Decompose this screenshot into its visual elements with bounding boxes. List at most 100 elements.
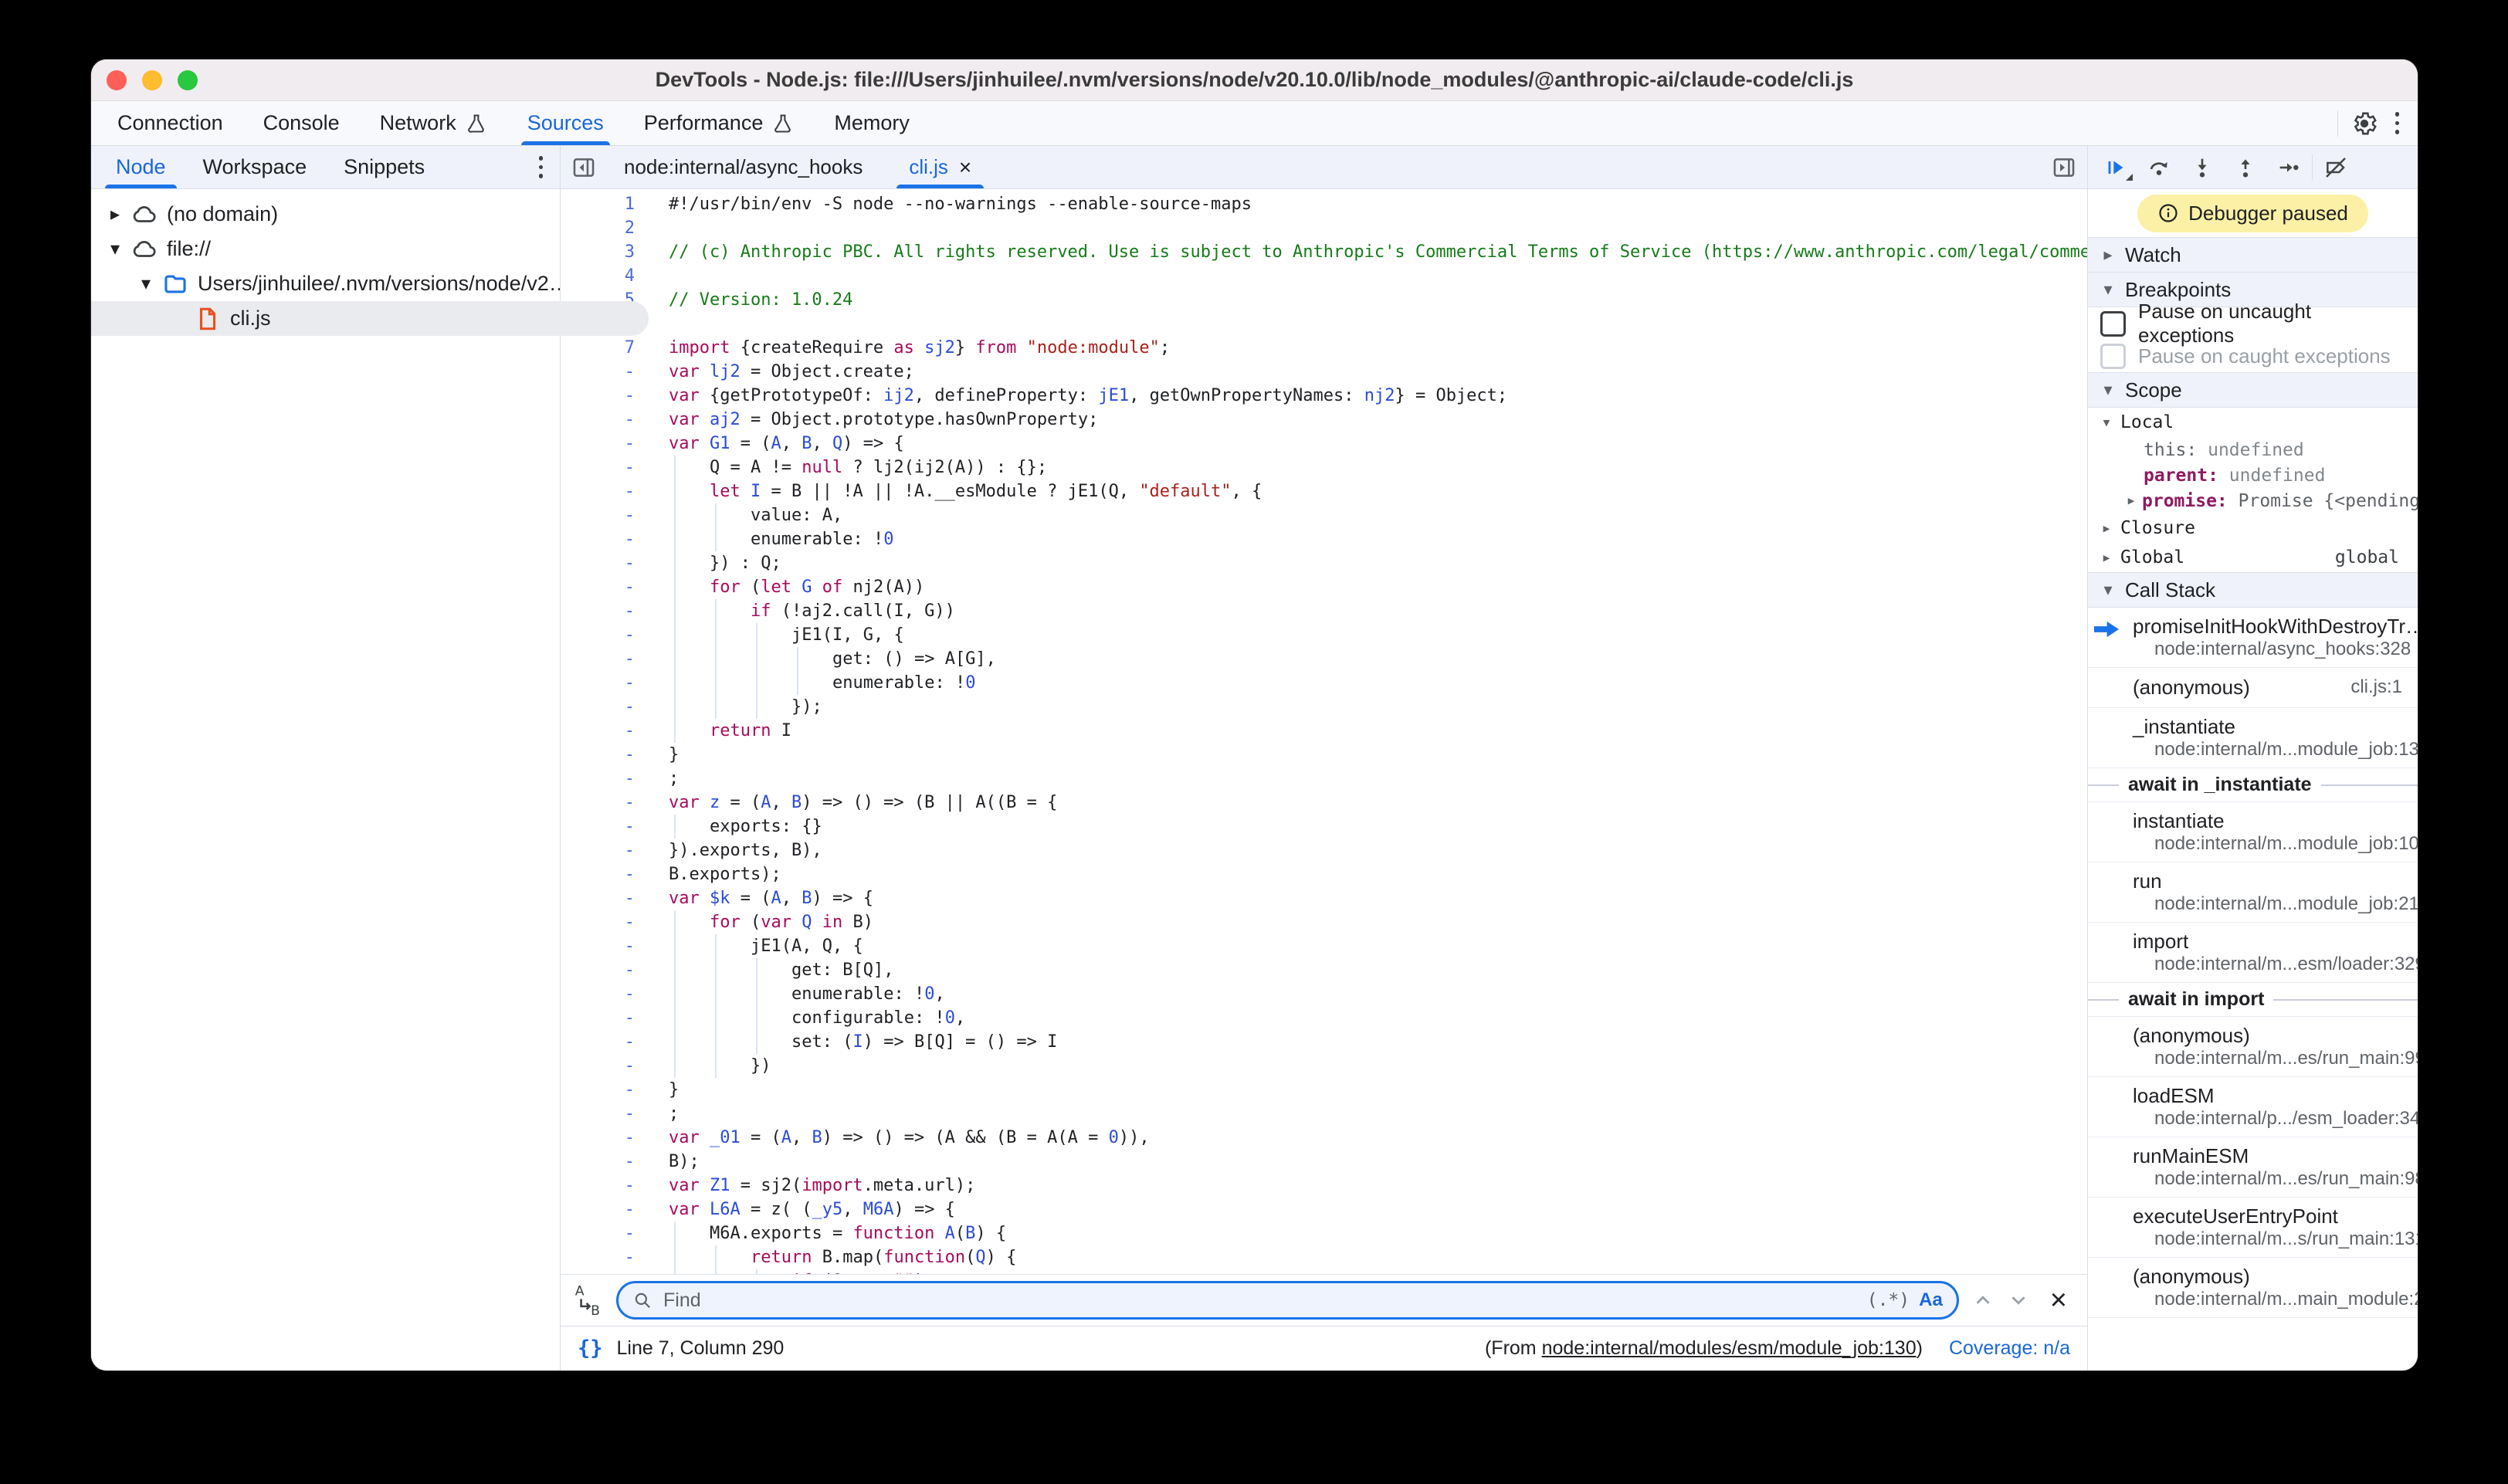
line-gutter[interactable]: - xyxy=(561,1174,635,1198)
toggle-navigator-icon[interactable] xyxy=(567,151,601,185)
scope-local[interactable]: ▾ Local xyxy=(2088,408,2418,437)
line-gutter[interactable]: - xyxy=(561,360,635,384)
pretty-print-icon[interactable]: {} xyxy=(578,1337,603,1360)
chevron-right-icon[interactable]: ▸ xyxy=(103,203,127,225)
line-gutter[interactable]: - xyxy=(561,623,635,647)
chevron-down-icon[interactable]: ▾ xyxy=(134,273,158,295)
call-stack-frame[interactable]: runnode:internal/m...module_job:214 xyxy=(2088,862,2418,923)
source-code-editor[interactable]: 1#!/usr/bin/env -S node --no-warnings --… xyxy=(561,189,2087,1274)
line-gutter[interactable]: - xyxy=(561,910,635,934)
sidebar-tab-node[interactable]: Node xyxy=(97,146,185,188)
tab-memory[interactable]: Memory xyxy=(814,101,930,145)
call-stack-frame[interactable]: loadESMnode:internal/p.../esm_loader:34 xyxy=(2088,1077,2418,1137)
line-gutter[interactable]: - xyxy=(561,743,635,767)
line-gutter[interactable]: - xyxy=(561,815,635,839)
line-gutter[interactable]: - xyxy=(561,982,635,1006)
chevron-down-icon[interactable]: ▾ xyxy=(103,238,127,260)
close-find-icon[interactable]: × xyxy=(2042,1286,2075,1315)
close-tab-icon[interactable]: × xyxy=(959,157,971,178)
editor-tab-async-hooks[interactable]: node:internal/async_hooks xyxy=(601,146,886,188)
tab-network[interactable]: Network xyxy=(360,101,507,145)
call-stack-frame[interactable]: importnode:internal/m...esm/loader:329 xyxy=(2088,923,2418,983)
scope-closure[interactable]: ▸ Closure xyxy=(2088,513,2418,543)
step-into-button[interactable] xyxy=(2182,151,2222,185)
step-button[interactable] xyxy=(2269,151,2309,185)
line-gutter[interactable]: - xyxy=(561,551,635,575)
tab-sources[interactable]: Sources xyxy=(507,101,624,145)
line-gutter[interactable]: - xyxy=(561,599,635,623)
tree-item-folder[interactable]: ▾ Users/jinhuilee/.nvm/versions/node/v2… xyxy=(91,266,560,301)
sidebar-tab-snippets[interactable]: Snippets xyxy=(325,146,443,188)
line-gutter[interactable]: - xyxy=(561,1221,635,1245)
more-options-kebab-icon[interactable] xyxy=(2391,107,2405,139)
checkbox[interactable] xyxy=(2100,311,2126,337)
line-gutter[interactable]: - xyxy=(561,719,635,743)
line-gutter[interactable]: - xyxy=(561,839,635,862)
section-watch[interactable]: ▸ Watch xyxy=(2088,237,2418,273)
deactivate-breakpoints-button[interactable] xyxy=(2316,151,2356,185)
resume-script-button[interactable] xyxy=(2096,151,2136,185)
line-gutter[interactable]: - xyxy=(561,408,635,432)
line-gutter[interactable]: - xyxy=(561,1245,635,1269)
line-gutter[interactable]: - xyxy=(561,384,635,408)
line-gutter[interactable]: - xyxy=(561,479,635,503)
tree-item-no-domain[interactable]: ▸ (no domain) xyxy=(91,197,560,232)
line-gutter[interactable]: - xyxy=(561,1006,635,1030)
line-gutter[interactable]: - xyxy=(561,1102,635,1126)
line-gutter[interactable]: - xyxy=(561,1150,635,1174)
scope-global[interactable]: ▸ Global global xyxy=(2088,543,2418,572)
regex-toggle[interactable]: (.*) xyxy=(1867,1290,1910,1310)
settings-gear-icon[interactable] xyxy=(2350,110,2378,137)
line-gutter[interactable]: - xyxy=(561,1054,635,1078)
line-gutter[interactable]: - xyxy=(561,1030,635,1054)
line-gutter[interactable]: - xyxy=(561,695,635,719)
call-stack-frame[interactable]: (anonymous)node:internal/m...main_module… xyxy=(2088,1258,2418,1318)
find-previous-icon[interactable] xyxy=(1971,1289,1995,1312)
line-gutter[interactable]: 2 xyxy=(561,216,635,240)
scope-prop-promise[interactable]: ▸promise: Promise {<pending>} xyxy=(2088,488,2418,513)
line-gutter[interactable]: - xyxy=(561,575,635,599)
line-gutter[interactable]: - xyxy=(561,862,635,886)
section-scope[interactable]: ▾ Scope xyxy=(2088,372,2418,408)
from-module-link[interactable]: node:internal/modules/esm/module_job:130 xyxy=(1542,1337,1917,1359)
call-stack-frame[interactable]: instantiatenode:internal/m...module_job:… xyxy=(2088,802,2418,862)
line-gutter[interactable]: - xyxy=(561,456,635,479)
line-gutter[interactable]: - xyxy=(561,1126,635,1150)
tab-console[interactable]: Console xyxy=(243,101,360,145)
coverage-link[interactable]: Coverage: n/a xyxy=(1949,1337,2070,1360)
call-stack-frame[interactable]: _instantiatenode:internal/m...module_job… xyxy=(2088,708,2418,768)
line-gutter[interactable]: - xyxy=(561,527,635,551)
line-gutter[interactable]: - xyxy=(561,503,635,527)
line-gutter[interactable]: - xyxy=(561,432,635,456)
line-gutter[interactable]: - xyxy=(561,886,635,910)
match-case-toggle[interactable]: Aa xyxy=(1919,1289,1943,1311)
line-gutter[interactable]: 3 xyxy=(561,240,635,264)
call-stack-frame[interactable]: (anonymous)cli.js:1 xyxy=(2088,668,2418,708)
line-gutter[interactable]: - xyxy=(561,958,635,982)
close-window-button[interactable] xyxy=(107,70,127,90)
find-input[interactable] xyxy=(662,1289,1858,1313)
line-gutter[interactable]: - xyxy=(561,934,635,958)
line-gutter[interactable]: - xyxy=(561,1198,635,1221)
call-stack-frame[interactable]: promiseInitHookWithDestroyTr…node:intern… xyxy=(2088,608,2418,668)
sidebar-kebab-icon[interactable] xyxy=(534,151,548,183)
minimize-window-button[interactable] xyxy=(142,70,162,90)
tab-connection[interactable]: Connection xyxy=(97,101,243,145)
line-gutter[interactable]: 1 xyxy=(561,192,635,216)
pause-uncaught-row[interactable]: Pause on uncaught exceptions xyxy=(2088,307,2418,340)
show-debugger-panel-icon[interactable] xyxy=(2047,151,2081,185)
line-gutter[interactable]: - xyxy=(561,791,635,815)
call-stack-frame[interactable]: runMainESMnode:internal/m...es/run_main:… xyxy=(2088,1137,2418,1198)
editor-tab-clijs[interactable]: cli.js × xyxy=(886,146,995,188)
line-gutter[interactable]: 7 xyxy=(561,336,635,360)
step-over-button[interactable] xyxy=(2139,151,2179,185)
tree-item-file-protocol[interactable]: ▾ file:// xyxy=(91,232,560,266)
line-gutter[interactable]: - xyxy=(561,1078,635,1102)
line-gutter[interactable]: - xyxy=(561,671,635,695)
call-stack-frame[interactable]: executeUserEntryPointnode:internal/m...s… xyxy=(2088,1198,2418,1258)
section-call-stack[interactable]: ▾ Call Stack xyxy=(2088,572,2418,608)
zoom-window-button[interactable] xyxy=(178,70,198,90)
tree-item-clijs[interactable]: cli.js xyxy=(91,301,649,336)
line-gutter[interactable]: - xyxy=(561,647,635,671)
find-next-icon[interactable] xyxy=(2007,1289,2030,1312)
